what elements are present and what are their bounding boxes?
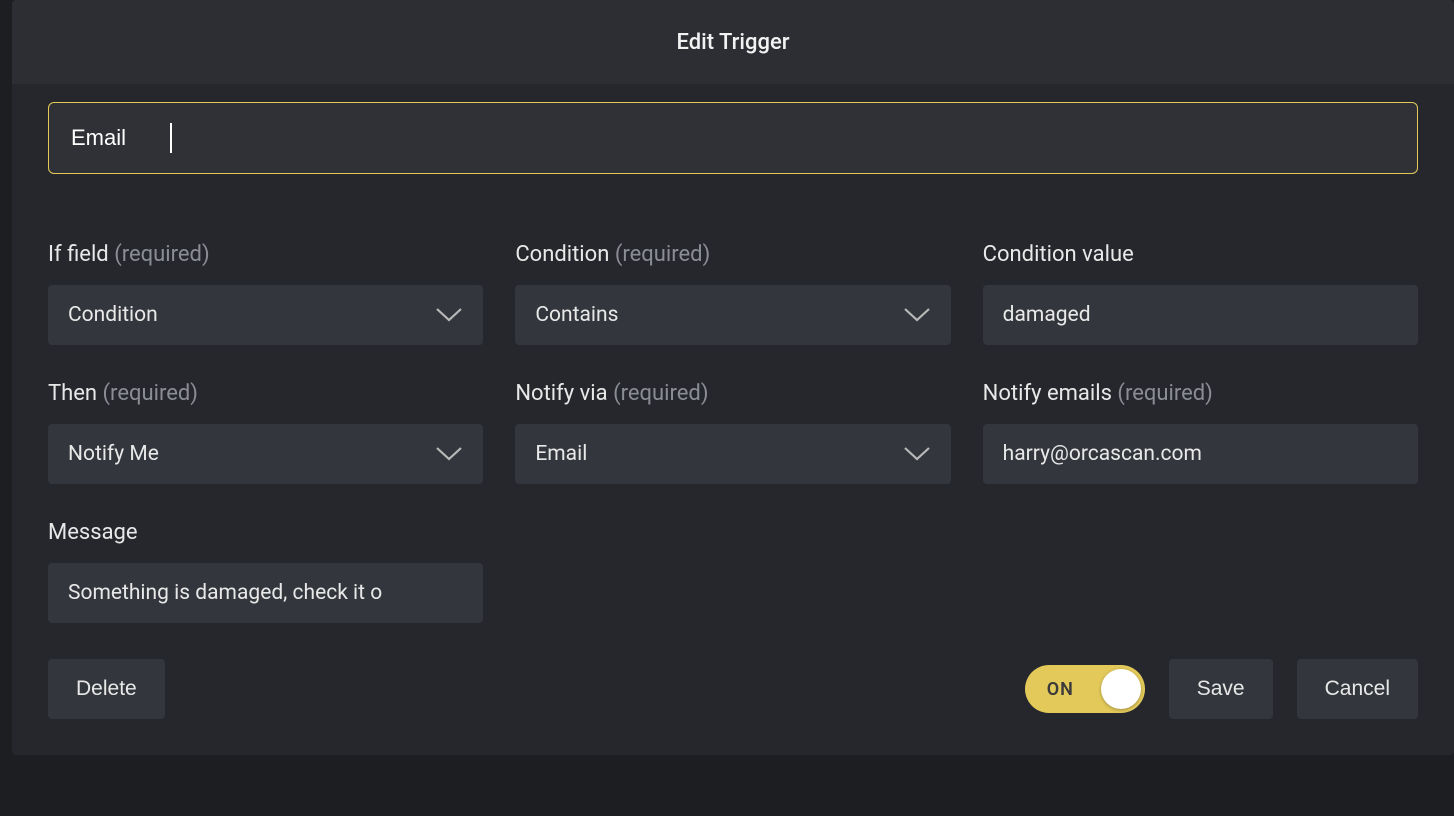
condition-value-group: Condition value damaged <box>983 242 1418 345</box>
edit-trigger-modal: Edit Trigger If field (required) Conditi… <box>12 0 1454 755</box>
required-text: (required) <box>1117 381 1212 406</box>
notify-via-label: Notify via (required) <box>515 381 950 406</box>
label-text: Condition <box>515 242 609 267</box>
label-text: Notify via <box>515 381 607 406</box>
required-text: (required) <box>103 381 198 406</box>
select-value: Contains <box>535 303 618 327</box>
modal-title: Edit Trigger <box>676 30 789 55</box>
label-text: Then <box>48 381 97 406</box>
required-text: (required) <box>613 381 708 406</box>
condition-value-label: Condition value <box>983 242 1418 267</box>
notify-emails-group: Notify emails (required) harry@orcascan.… <box>983 381 1418 484</box>
notify-via-group: Notify via (required) Email <box>515 381 950 484</box>
trigger-name-input[interactable] <box>48 102 1418 174</box>
condition-select[interactable]: Contains <box>515 285 950 345</box>
select-value: Email <box>535 442 587 466</box>
trigger-name-wrap <box>48 102 1418 242</box>
select-value: Condition <box>68 303 158 327</box>
input-value: damaged <box>1003 303 1091 327</box>
if-field-label: If field (required) <box>48 242 483 267</box>
label-text: Condition value <box>983 242 1134 267</box>
message-label: Message <box>48 520 483 545</box>
condition-value-input[interactable]: damaged <box>983 285 1418 345</box>
enabled-toggle[interactable]: ON <box>1025 665 1145 713</box>
notify-emails-input[interactable]: harry@orcascan.com <box>983 424 1418 484</box>
required-text: (required) <box>114 242 209 267</box>
label-text: If field <box>48 242 109 267</box>
then-select[interactable]: Notify Me <box>48 424 483 484</box>
chevron-down-icon <box>435 307 463 323</box>
toggle-state-label: ON <box>1047 679 1074 700</box>
modal-header: Edit Trigger <box>12 0 1454 84</box>
required-text: (required) <box>615 242 710 267</box>
save-button[interactable]: Save <box>1169 659 1273 719</box>
form-grid: If field (required) Condition Condition … <box>48 242 1418 623</box>
delete-button[interactable]: Delete <box>48 659 165 719</box>
then-label: Then (required) <box>48 381 483 406</box>
message-input[interactable]: Something is damaged, check it o <box>48 563 483 623</box>
cancel-button[interactable]: Cancel <box>1297 659 1418 719</box>
chevron-down-icon <box>903 307 931 323</box>
toggle-knob <box>1101 669 1141 709</box>
condition-group: Condition (required) Contains <box>515 242 950 345</box>
modal-body: If field (required) Condition Condition … <box>12 84 1454 755</box>
select-value: Notify Me <box>68 442 159 466</box>
label-text: Message <box>48 520 138 545</box>
condition-label: Condition (required) <box>515 242 950 267</box>
chevron-down-icon <box>903 446 931 462</box>
then-group: Then (required) Notify Me <box>48 381 483 484</box>
notify-via-select[interactable]: Email <box>515 424 950 484</box>
chevron-down-icon <box>435 446 463 462</box>
if-field-select[interactable]: Condition <box>48 285 483 345</box>
label-text: Notify emails <box>983 381 1112 406</box>
footer-row: Delete ON Save Cancel <box>48 659 1418 719</box>
text-caret <box>170 123 172 153</box>
if-field-group: If field (required) Condition <box>48 242 483 345</box>
notify-emails-label: Notify emails (required) <box>983 381 1418 406</box>
input-value: harry@orcascan.com <box>1003 442 1202 466</box>
footer-right: ON Save Cancel <box>1025 659 1418 719</box>
input-value: Something is damaged, check it o <box>68 581 382 605</box>
message-group: Message Something is damaged, check it o <box>48 520 483 623</box>
